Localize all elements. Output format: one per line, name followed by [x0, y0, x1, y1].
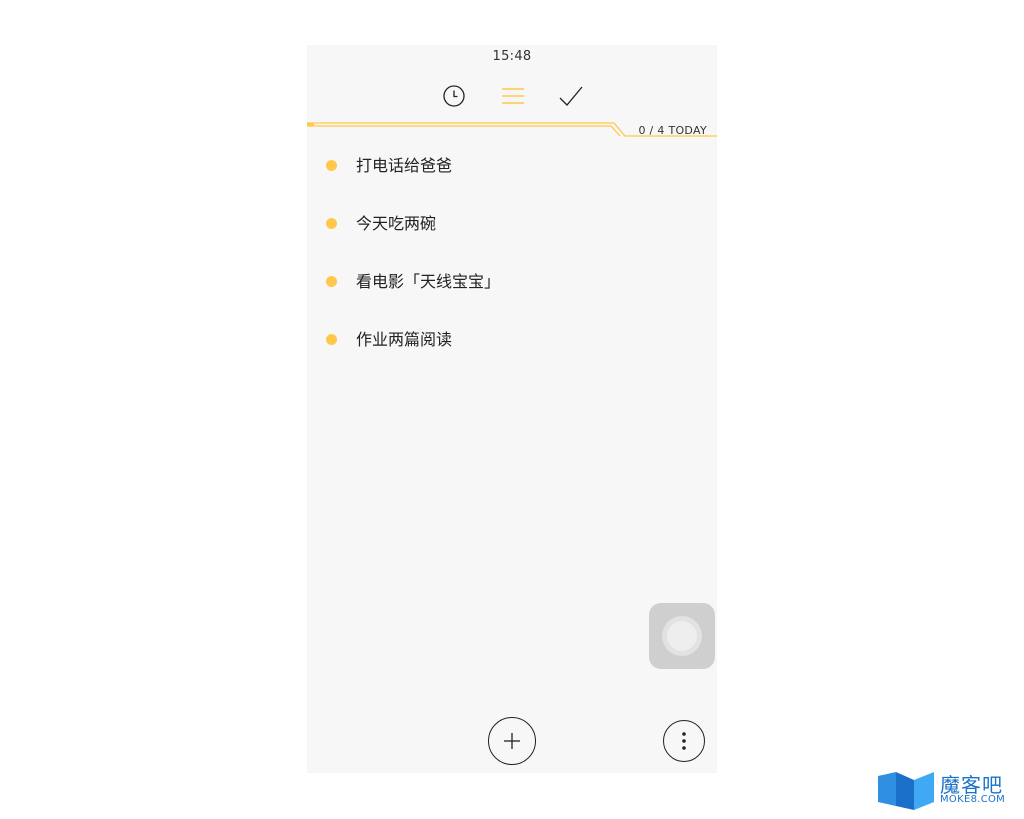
more-options-button[interactable]: [663, 720, 705, 762]
task-list: 打电话给爸爸 今天吃两碗 看电影「天线宝宝」 作业两篇阅读: [307, 156, 717, 389]
task-bullet: [326, 218, 337, 229]
daily-progress: 0 / 4 TODAY: [307, 117, 717, 143]
assistive-touch-icon: [662, 616, 702, 656]
task-bullet: [326, 334, 337, 345]
tab-done[interactable]: [556, 81, 586, 111]
assistive-touch-button[interactable]: [649, 603, 715, 669]
plus-icon: [504, 733, 520, 749]
tab-list[interactable]: [498, 81, 528, 111]
watermark-logo: [878, 772, 934, 810]
more-vertical-icon: [682, 732, 686, 750]
phone-screen: 15:48 0 / 4 TODAY 打电话给爸爸 今天吃两碗 看电影「天线宝宝」…: [307, 45, 717, 773]
list-icon: [502, 88, 524, 104]
watermark-en: MOKE8.COM: [940, 794, 1006, 805]
task-item[interactable]: 作业两篇阅读: [307, 330, 717, 389]
task-text: 打电话给爸爸: [356, 156, 453, 175]
task-text: 今天吃两碗: [356, 214, 437, 233]
task-text: 看电影「天线宝宝」: [356, 272, 501, 291]
watermark: 魔客吧 MOKE8.COM: [876, 768, 1016, 812]
clock-icon: [443, 85, 465, 107]
task-item[interactable]: 今天吃两碗: [307, 214, 717, 273]
check-icon: [559, 86, 583, 106]
progress-label: 0 / 4 TODAY: [638, 124, 707, 137]
status-bar-time: 15:48: [492, 49, 532, 64]
task-item[interactable]: 看电影「天线宝宝」: [307, 272, 717, 331]
tab-history[interactable]: [439, 81, 469, 111]
add-task-button[interactable]: [488, 717, 536, 765]
task-text: 作业两篇阅读: [356, 330, 453, 349]
task-item[interactable]: 打电话给爸爸: [307, 156, 717, 215]
task-bullet: [326, 276, 337, 287]
view-tabs: [307, 81, 717, 111]
task-bullet: [326, 160, 337, 171]
